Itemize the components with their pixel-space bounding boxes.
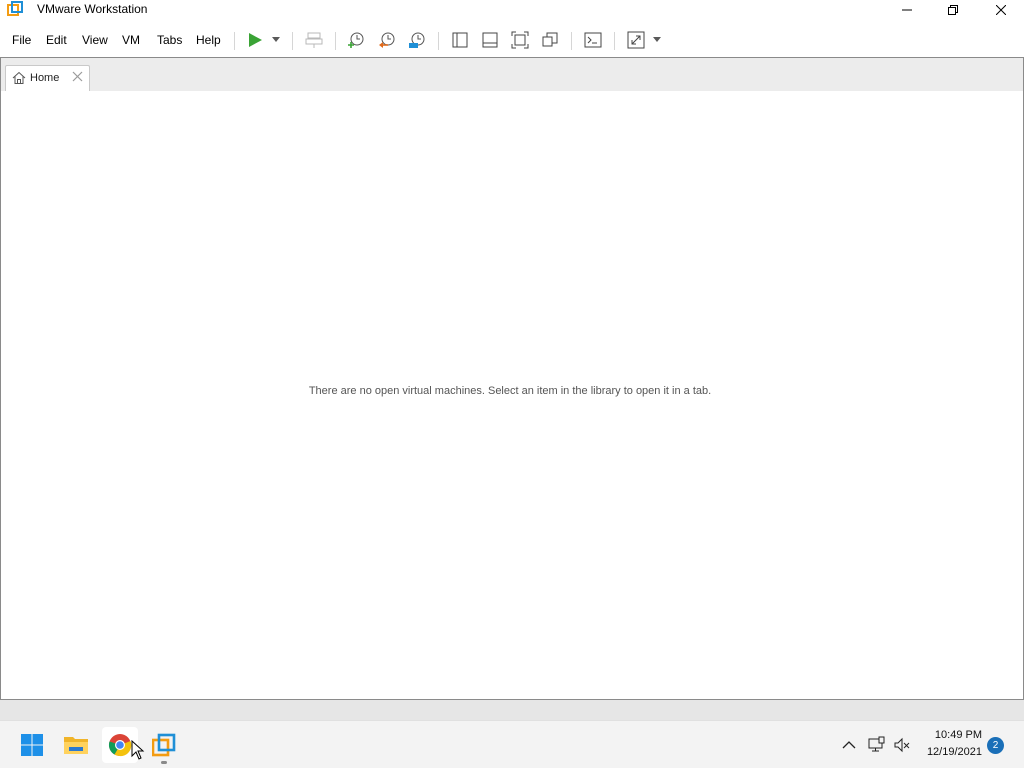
power-dropdown-chevron-icon[interactable]	[272, 37, 280, 42]
network-button[interactable]	[866, 735, 886, 755]
vmware-taskbar-button[interactable]	[146, 727, 182, 763]
running-indicator	[161, 761, 167, 764]
tab-home[interactable]: Home	[5, 65, 90, 91]
toolbar-separator	[614, 32, 615, 50]
full-screen-button[interactable]	[508, 29, 532, 51]
menu-view[interactable]: View	[82, 33, 108, 47]
window-title: VMware Workstation	[37, 2, 148, 16]
send-ctrl-alt-del-button[interactable]	[302, 29, 326, 51]
revert-snapshot-button[interactable]	[375, 29, 399, 51]
menu-file[interactable]: File	[12, 33, 31, 47]
home-icon	[12, 71, 26, 88]
power-on-button[interactable]	[243, 29, 267, 51]
unity-icon	[542, 32, 558, 47]
chevron-up-icon	[842, 741, 856, 749]
network-icon	[868, 736, 885, 752]
show-library-icon	[452, 32, 468, 48]
toolbar-separator	[438, 32, 439, 50]
menu-tabs[interactable]: Tabs	[157, 33, 182, 47]
take-snapshot-icon	[348, 32, 364, 48]
menu-edit[interactable]: Edit	[46, 33, 67, 47]
mouse-cursor-icon	[131, 740, 145, 760]
show-thumbnail-bar-icon	[482, 32, 498, 48]
notification-badge[interactable]: 2	[987, 737, 1004, 754]
tab-label: Home	[30, 72, 60, 84]
restore-icon	[948, 5, 958, 15]
volume-muted-icon	[894, 737, 910, 753]
show-thumbnail-bar-button[interactable]	[478, 29, 502, 51]
send-ctrl-alt-del-icon	[305, 32, 323, 48]
snapshot-manager-button[interactable]	[405, 29, 429, 51]
toolbar-separator	[234, 32, 235, 50]
show-hidden-icons-button[interactable]	[839, 735, 859, 755]
toolbar-separator	[571, 32, 572, 50]
close-button[interactable]	[978, 0, 1024, 20]
unity-button[interactable]	[538, 29, 562, 51]
restore-button[interactable]	[930, 0, 976, 20]
take-snapshot-button[interactable]	[344, 29, 368, 51]
chrome-icon	[108, 734, 132, 757]
windows-start-icon	[21, 734, 43, 756]
taskbar: 10:49 PM 12/19/2021 2	[0, 720, 1024, 768]
stretch-guest-button[interactable]	[624, 29, 648, 51]
menu-vm[interactable]: VM	[122, 33, 140, 47]
empty-state-message: There are no open virtual machines. Sele…	[308, 385, 712, 397]
toolbar-separator	[335, 32, 336, 50]
title-bar: VMware Workstation	[0, 0, 1024, 24]
file-explorer-button[interactable]	[58, 727, 94, 763]
power-on-icon	[249, 33, 262, 47]
snapshot-manager-icon	[409, 32, 425, 48]
full-screen-icon	[511, 31, 529, 49]
tab-close-icon[interactable]	[72, 71, 83, 85]
tab-strip: Home	[1, 58, 1023, 91]
menu-help[interactable]: Help	[196, 33, 221, 47]
close-icon	[996, 5, 1006, 15]
vmware-app-icon[interactable]	[7, 1, 23, 17]
vmware-taskbar-icon	[152, 733, 176, 757]
toolbar-separator	[292, 32, 293, 50]
stretch-guest-icon	[627, 31, 645, 49]
taskbar-spacer	[0, 700, 1024, 720]
console-view-button[interactable]	[581, 29, 605, 51]
file-explorer-icon	[64, 737, 88, 754]
menu-toolbar: File Edit View VM Tabs Help	[0, 24, 1024, 57]
workspace: Home There are no open virtual machines.…	[0, 57, 1024, 700]
revert-snapshot-icon	[379, 32, 395, 48]
minimize-icon	[902, 9, 912, 11]
clock-time[interactable]: 10:49 PM	[924, 729, 982, 741]
show-library-button[interactable]	[448, 29, 472, 51]
stretch-dropdown-chevron-icon[interactable]	[653, 37, 661, 42]
console-view-icon	[584, 32, 602, 48]
clock-date[interactable]: 12/19/2021	[916, 746, 982, 758]
volume-button[interactable]	[892, 735, 912, 755]
start-button[interactable]	[14, 727, 50, 763]
minimize-button[interactable]	[884, 0, 930, 20]
